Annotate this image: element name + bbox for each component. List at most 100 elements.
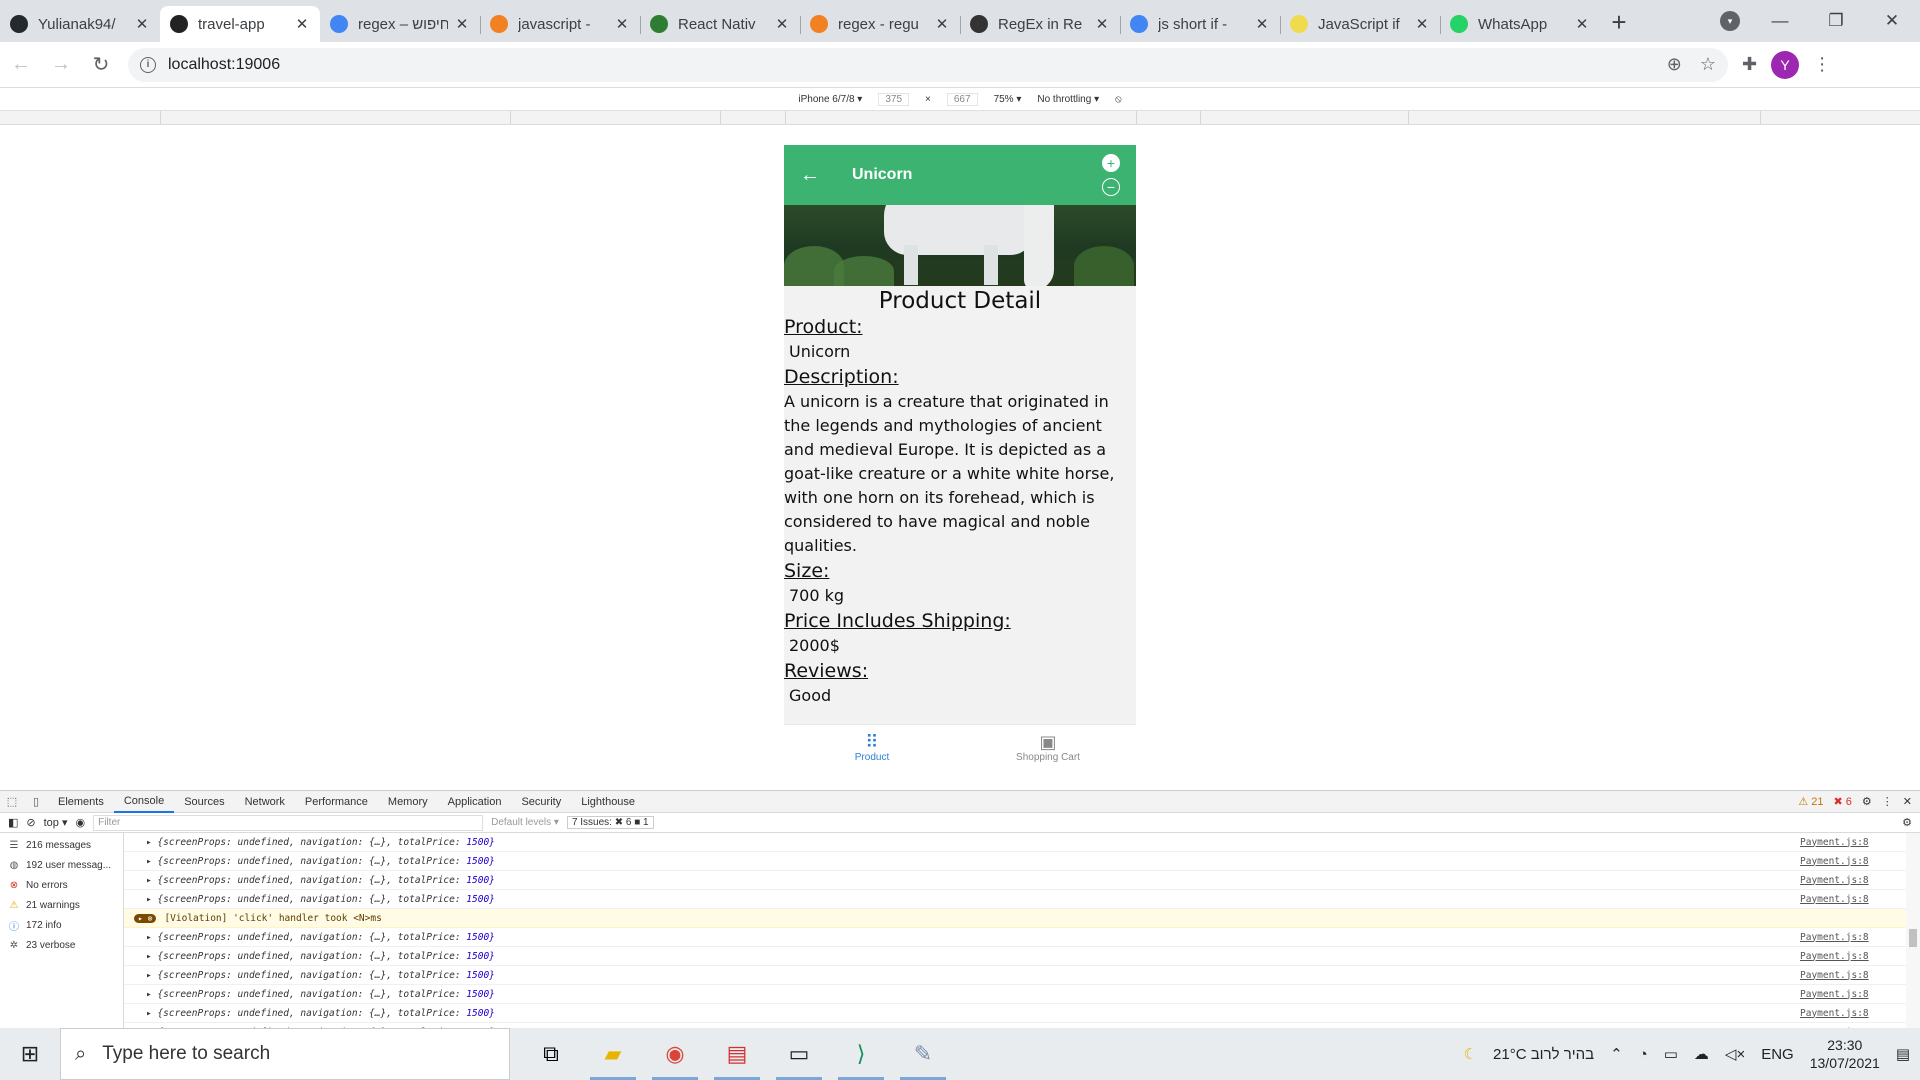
console-settings-icon[interactable]: ⚙ [1902, 816, 1920, 829]
log-source-link[interactable]: Payment.js:8 [1800, 970, 1920, 981]
console-sidebar-item[interactable]: ☰ 216 messages [0, 835, 123, 855]
profile-avatar[interactable]: Y [1771, 50, 1800, 79]
log-source-link[interactable]: Payment.js:8 [1800, 989, 1920, 1000]
volume-icon[interactable]: ◁× [1725, 1045, 1745, 1063]
log-source-link[interactable]: Payment.js:8 [1800, 932, 1920, 943]
weather-text[interactable]: 21°C בהיר לרוב [1493, 1046, 1594, 1063]
minimize-button[interactable]: — [1752, 0, 1808, 42]
devtools-tab-application[interactable]: Application [438, 791, 512, 813]
console-sidebar-item[interactable]: ◍ 192 user messag... [0, 855, 123, 875]
devtools-tab-lighthouse[interactable]: Lighthouse [571, 791, 645, 813]
close-devtools-icon[interactable]: ✕ [1903, 795, 1912, 808]
console-log-row[interactable]: ▸ {screenProps: undefined, navigation: {… [124, 852, 1920, 871]
browser-tab[interactable]: regex - regu ✕ [800, 6, 960, 42]
browser-tab[interactable]: travel-app ✕ [160, 6, 320, 42]
close-tab-icon[interactable]: ✕ [774, 15, 790, 33]
console-sidebar-item[interactable]: ⚠ 21 warnings [0, 895, 123, 915]
issues-button[interactable]: 7 Issues: ✖ 6 ■ 1 [566, 816, 654, 829]
settings-gear-icon[interactable]: ⚙ [1862, 795, 1872, 808]
plus-circle-icon[interactable]: + [1102, 154, 1120, 172]
console-scrollbar[interactable] [1906, 833, 1920, 1029]
console-log-row[interactable]: ▸ {screenProps: undefined, navigation: {… [124, 890, 1920, 909]
warnings-badge[interactable]: ⚠ 21 [1798, 795, 1823, 808]
log-object[interactable]: ▸ {screenProps: undefined, navigation: {… [146, 970, 1800, 981]
address-bar[interactable]: i localhost:19006 ⊕ ☆ [128, 47, 1728, 82]
onedrive-icon[interactable]: ☁ [1694, 1045, 1709, 1063]
device-height-input[interactable]: 667 [946, 93, 978, 106]
weather-icon[interactable]: ☾ [1464, 1045, 1477, 1063]
errors-badge[interactable]: ✖ 6 [1834, 795, 1852, 808]
site-info-icon[interactable]: i [140, 56, 156, 73]
inspect-icon[interactable]: ⬚ [0, 795, 24, 808]
log-levels-select[interactable]: Default levels ▾ [491, 817, 559, 828]
devtools-menu-icon[interactable]: ⋮ [1882, 795, 1893, 808]
log-source-link[interactable]: Payment.js:8 [1800, 837, 1920, 848]
network-icon[interactable]: ◔ [1639, 1046, 1648, 1063]
notifications-icon[interactable]: ▤ [1896, 1045, 1910, 1063]
log-source-link[interactable]: Payment.js:8 [1800, 856, 1920, 867]
devtools-tab-performance[interactable]: Performance [295, 791, 378, 813]
pdf-reader-icon[interactable]: ▤ [706, 1028, 768, 1080]
zoom-select[interactable]: 75% ▾ [994, 94, 1022, 105]
close-tab-icon[interactable]: ✕ [934, 15, 950, 33]
bookmark-star-icon[interactable]: ☆ [1700, 54, 1716, 75]
close-window-button[interactable]: ✕ [1864, 0, 1920, 42]
new-tab-button[interactable]: + [1600, 4, 1638, 40]
windows-start-icon[interactable]: ⊞ [0, 1028, 60, 1080]
taskbar-search[interactable]: ⌕ Type here to search [60, 1028, 510, 1080]
chrome-icon[interactable]: ◉ [644, 1028, 706, 1080]
close-tab-icon[interactable]: ✕ [1094, 15, 1110, 33]
console-sidebar-item[interactable]: ✲ 23 verbose [0, 935, 123, 955]
minus-circle-icon[interactable]: − [1102, 178, 1120, 196]
browser-tab[interactable]: Yulianak94/ ✕ [0, 6, 160, 42]
log-object[interactable]: ▸ {screenProps: undefined, navigation: {… [146, 932, 1800, 943]
url-text[interactable]: localhost:19006 [168, 56, 1667, 74]
browser-tab[interactable]: React Nativ ✕ [640, 6, 800, 42]
log-source-link[interactable]: Payment.js:8 [1800, 875, 1920, 886]
console-log-row[interactable]: ▸ {screenProps: undefined, navigation: {… [124, 833, 1920, 852]
sidebar-toggle-icon[interactable]: ◧ [8, 816, 18, 829]
console-filter-input[interactable]: Filter [93, 814, 484, 831]
close-tab-icon[interactable]: ✕ [1574, 15, 1590, 33]
log-object[interactable]: ▸ {screenProps: undefined, navigation: {… [146, 1008, 1800, 1019]
battery-icon[interactable]: ▭ [1664, 1045, 1678, 1063]
back-button[interactable]: ← [2, 46, 40, 84]
vscode-icon[interactable]: ⟩ [830, 1028, 892, 1080]
log-object[interactable]: ▸ {screenProps: undefined, navigation: {… [146, 894, 1800, 905]
clear-console-icon[interactable]: ⊘ [26, 816, 35, 829]
browser-menu-icon[interactable]: ⋮ [1813, 54, 1831, 75]
log-object[interactable]: ▸ {screenProps: undefined, navigation: {… [146, 856, 1800, 867]
browser-tab[interactable]: WhatsApp ✕ [1440, 6, 1600, 42]
maximize-button[interactable]: ❐ [1808, 0, 1864, 42]
extensions-icon[interactable]: ✚ [1742, 54, 1757, 75]
browser-tab[interactable]: RegEx in Re ✕ [960, 6, 1120, 42]
reload-button[interactable]: ↻ [82, 46, 120, 84]
close-tab-icon[interactable]: ✕ [134, 15, 150, 33]
language-indicator[interactable]: ENG [1761, 1046, 1794, 1063]
terminal-icon[interactable]: ▭ [768, 1028, 830, 1080]
console-sidebar-item[interactable]: ⓘ 172 info [0, 915, 123, 935]
file-explorer-icon[interactable]: ▰ [582, 1028, 644, 1080]
devtools-tab-console[interactable]: Console [113, 791, 175, 813]
console-log-row[interactable]: ▸ {screenProps: undefined, navigation: {… [124, 947, 1920, 966]
console-log-row[interactable]: ▸ {screenProps: undefined, navigation: {… [124, 985, 1920, 1004]
close-tab-icon[interactable]: ✕ [294, 15, 310, 33]
devtools-tab-security[interactable]: Security [511, 791, 571, 813]
log-source-link[interactable]: Payment.js:8 [1800, 951, 1920, 962]
log-source-link[interactable]: Payment.js:8 [1800, 1008, 1920, 1019]
browser-tab[interactable]: js short if - ✕ [1120, 6, 1280, 42]
tab-search-icon[interactable]: ▾ [1720, 11, 1740, 31]
throttling-select[interactable]: No throttling ▾ [1037, 94, 1099, 105]
log-object[interactable]: ▸ {screenProps: undefined, navigation: {… [146, 837, 1800, 848]
devtools-tab-network[interactable]: Network [235, 791, 295, 813]
console-log-row[interactable]: ▸ {screenProps: undefined, navigation: {… [124, 871, 1920, 890]
eye-icon[interactable]: ◉ [76, 816, 86, 829]
device-select[interactable]: iPhone 6/7/8 ▾ [798, 94, 862, 105]
console-log-row[interactable]: ▸ {screenProps: undefined, navigation: {… [124, 966, 1920, 985]
browser-tab[interactable]: JavaScript if ✕ [1280, 6, 1440, 42]
tab-product[interactable]: ⠿ Product [784, 725, 960, 770]
back-arrow-icon[interactable]: ← [800, 164, 820, 187]
close-tab-icon[interactable]: ✕ [614, 15, 630, 33]
log-object[interactable]: ▸ {screenProps: undefined, navigation: {… [146, 875, 1800, 886]
log-object[interactable]: ▸ {screenProps: undefined, navigation: {… [146, 989, 1800, 1000]
